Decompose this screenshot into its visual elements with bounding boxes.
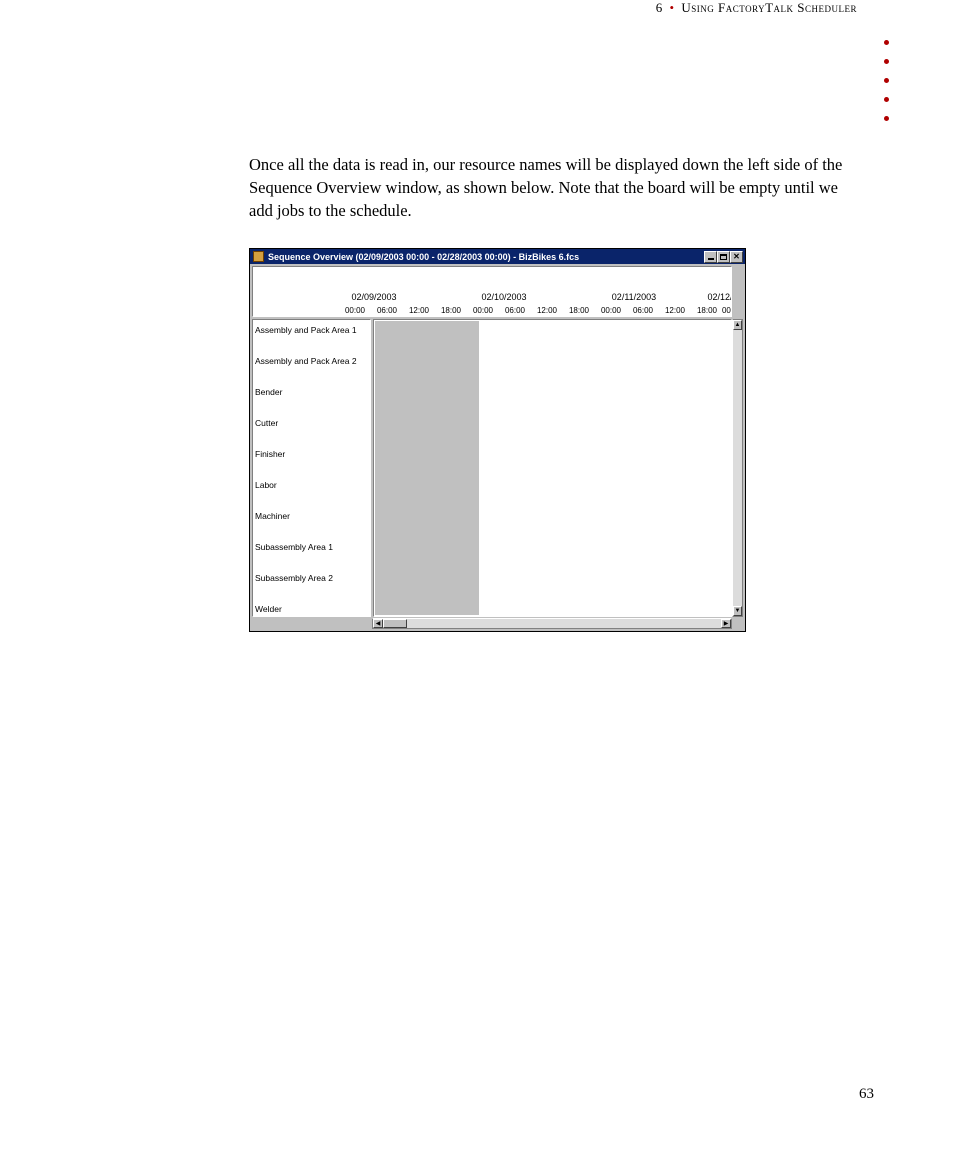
resource-list: Assembly and Pack Area 1 Assembly and Pa…	[252, 319, 371, 617]
sequence-overview-window: Sequence Overview (02/09/2003 00:00 - 02…	[249, 248, 746, 632]
resource-item[interactable]: Subassembly Area 1	[255, 542, 333, 552]
timeline-header: 02/09/2003 02/10/2003 02/11/2003 02/12/2…	[252, 266, 732, 317]
page-number: 63	[859, 1086, 874, 1103]
resource-item[interactable]: Subassembly Area 2	[255, 573, 333, 583]
separator-dot: •	[667, 0, 678, 15]
scroll-up-button[interactable]	[733, 320, 742, 330]
scroll-left-button[interactable]	[373, 619, 383, 628]
app-icon	[253, 251, 264, 262]
chapter-title: Using FactoryTalk Scheduler	[681, 0, 857, 15]
schedule-board[interactable]	[373, 319, 732, 617]
titlebar[interactable]: Sequence Overview (02/09/2003 00:00 - 02…	[250, 249, 745, 264]
scroll-thumb[interactable]	[383, 619, 407, 628]
maximize-button[interactable]	[717, 251, 730, 263]
close-button[interactable]	[730, 251, 743, 263]
date-label: 02/10/2003	[481, 292, 526, 302]
scroll-down-button[interactable]	[733, 606, 742, 616]
date-label: 02/09/2003	[351, 292, 396, 302]
window-buttons	[704, 251, 743, 263]
resource-item[interactable]: Assembly and Pack Area 1	[255, 325, 357, 335]
resource-item[interactable]: Assembly and Pack Area 2	[255, 356, 357, 366]
timeline-hour-row: 00:00 06:00 12:00 18:00 00:00 06:00 12:0…	[254, 306, 730, 317]
minimize-button[interactable]	[704, 251, 717, 263]
chapter-number: 6	[656, 0, 663, 15]
resource-item[interactable]: Cutter	[255, 418, 278, 428]
scroll-right-button[interactable]	[721, 619, 731, 628]
horizontal-scrollbar[interactable]	[372, 618, 732, 629]
timeline-date-row: 02/09/2003 02/10/2003 02/11/2003 02/12/2…	[254, 292, 730, 304]
size-grip[interactable]	[732, 618, 743, 629]
date-label: 02/12/2003	[707, 292, 732, 302]
resource-item[interactable]: Machiner	[255, 511, 290, 521]
window-client-area: 02/09/2003 02/10/2003 02/11/2003 02/12/2…	[252, 266, 743, 629]
body-paragraph: Once all the data is read in, our resour…	[249, 154, 862, 222]
resource-item[interactable]: Labor	[255, 480, 277, 490]
page: 6 • Using FactoryTalk Scheduler Once all…	[0, 0, 954, 1163]
decorative-dots	[884, 40, 889, 121]
date-label: 02/11/2003	[612, 292, 656, 302]
resource-item[interactable]: Bender	[255, 387, 282, 397]
board-past-region	[375, 321, 479, 615]
vertical-scrollbar[interactable]	[732, 319, 743, 617]
resource-item[interactable]: Finisher	[255, 449, 285, 459]
resource-item[interactable]: Welder	[255, 604, 282, 614]
page-header: 6 • Using FactoryTalk Scheduler	[656, 0, 857, 16]
window-title: Sequence Overview (02/09/2003 00:00 - 02…	[268, 252, 704, 262]
